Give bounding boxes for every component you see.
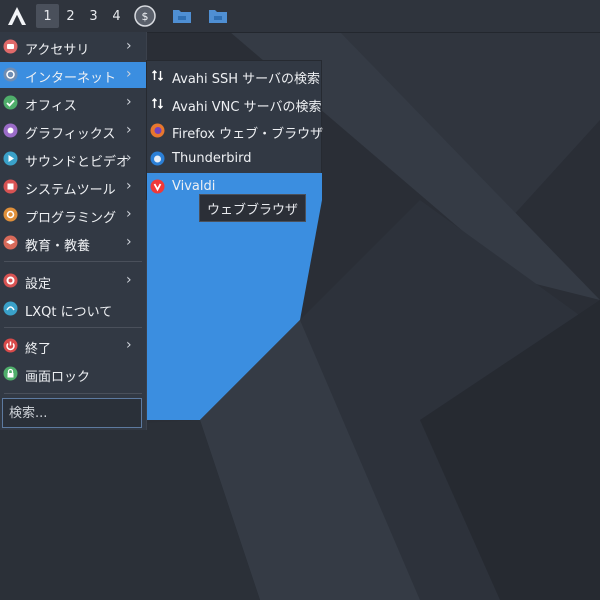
settings-icon (3, 273, 18, 288)
menu-item-system-tools[interactable]: システムツール › (0, 174, 146, 200)
vivaldi-icon (150, 179, 165, 194)
chevron-right-icon: › (126, 337, 132, 353)
menu-item-label: 終了 (25, 342, 52, 357)
chevron-right-icon: › (126, 234, 132, 250)
chevron-right-icon: › (126, 94, 132, 110)
thunderbird-icon (150, 151, 165, 166)
chevron-right-icon: › (126, 38, 132, 54)
application-menu: アクセサリ › インターネット › オフィス › グラフィックス › サウンドと… (0, 32, 147, 430)
menu-item-label: LXQt について (25, 305, 113, 320)
desktop-switcher: 1 2 3 4 (36, 4, 128, 28)
desktop-1-button[interactable]: 1 (36, 4, 59, 28)
submenu-item-thunderbird[interactable]: Thunderbird (147, 145, 322, 172)
graphics-icon (3, 123, 18, 138)
submenu-item-label: Avahi SSH サーバの検索 (172, 72, 321, 87)
submenu-item-label: Firefox ウェブ・ブラウザ (172, 127, 324, 142)
shutdown-icon (3, 338, 18, 353)
transfer-arrows-icon (152, 70, 163, 81)
menu-item-programming[interactable]: プログラミング › (0, 202, 146, 228)
menu-item-internet[interactable]: インターネット › (0, 62, 146, 88)
system-tools-icon (3, 179, 18, 194)
top-panel: 1 2 3 4 $ (0, 0, 600, 33)
desktop-3-button[interactable]: 3 (82, 4, 105, 28)
accessories-icon (3, 39, 18, 54)
sound-video-icon (3, 151, 18, 166)
submenu-item-firefox[interactable]: Firefox ウェブ・ブラウザ (147, 117, 324, 144)
svg-text:$: $ (142, 10, 149, 23)
chevron-right-icon: › (126, 66, 132, 82)
chevron-right-icon: › (126, 178, 132, 194)
menu-item-about-lxqt[interactable]: LXQt について (0, 296, 146, 322)
desktop-4-button[interactable]: 4 (105, 4, 128, 28)
money-app-icon[interactable]: $ (134, 5, 156, 27)
lock-icon (3, 366, 18, 381)
menu-item-label: プログラミング (25, 211, 117, 226)
menu-item-lock-screen[interactable]: 画面ロック (0, 361, 146, 387)
lxqt-about-icon (3, 301, 18, 316)
menu-separator (4, 327, 142, 328)
submenu-item-label: Thunderbird (172, 151, 252, 166)
menu-item-label: サウンドとビデオ (25, 155, 130, 170)
internet-submenu: Avahi SSH サーバの検索 Avahi VNC サーバの検索 Firefo… (146, 60, 324, 200)
submenu-item-label: Avahi VNC サーバの検索 (172, 100, 322, 115)
menu-item-office[interactable]: オフィス › (0, 90, 146, 116)
internet-icon (3, 67, 18, 82)
chevron-right-icon: › (126, 150, 132, 166)
vivaldi-tooltip: ウェブブラウザ (199, 194, 306, 222)
menu-item-label: 画面ロック (25, 370, 91, 385)
folder-icon[interactable] (171, 5, 193, 27)
chevron-right-icon: › (126, 122, 132, 138)
education-icon (3, 235, 18, 250)
transfer-arrows-icon (152, 98, 163, 109)
submenu-item-label: Vivaldi (172, 179, 216, 194)
menu-item-sound-video[interactable]: サウンドとビデオ › (0, 146, 146, 172)
desktop-2-button[interactable]: 2 (59, 4, 82, 28)
menu-item-label: オフィス (25, 99, 77, 114)
submenu-item-avahi-ssh[interactable]: Avahi SSH サーバの検索 (147, 62, 322, 89)
office-icon (3, 95, 18, 110)
menu-item-label: アクセサリ (25, 43, 90, 58)
chevron-right-icon: › (126, 206, 132, 222)
programming-icon (3, 207, 18, 222)
menu-separator (4, 393, 142, 394)
menu-item-settings[interactable]: 設定 › (0, 268, 146, 294)
menu-item-label: グラフィックス (25, 127, 116, 142)
menu-item-accessories[interactable]: アクセサリ › (0, 34, 146, 60)
folder-icon[interactable] (207, 5, 229, 27)
menu-item-label: 教育・教養 (25, 239, 91, 254)
app-menu-launcher-icon[interactable] (4, 4, 30, 28)
search-input[interactable] (2, 398, 142, 428)
menu-item-label: インターネット (25, 71, 117, 86)
menu-separator (4, 261, 142, 262)
submenu-item-avahi-vnc[interactable]: Avahi VNC サーバの検索 (147, 90, 322, 117)
firefox-icon (150, 123, 165, 138)
chevron-right-icon: › (126, 272, 132, 288)
menu-item-graphics[interactable]: グラフィックス › (0, 118, 146, 144)
menu-item-education[interactable]: 教育・教養 › (0, 230, 146, 256)
menu-item-label: 設定 (25, 277, 52, 292)
menu-item-shutdown[interactable]: 終了 › (0, 333, 146, 359)
menu-item-label: システムツール (25, 183, 116, 198)
